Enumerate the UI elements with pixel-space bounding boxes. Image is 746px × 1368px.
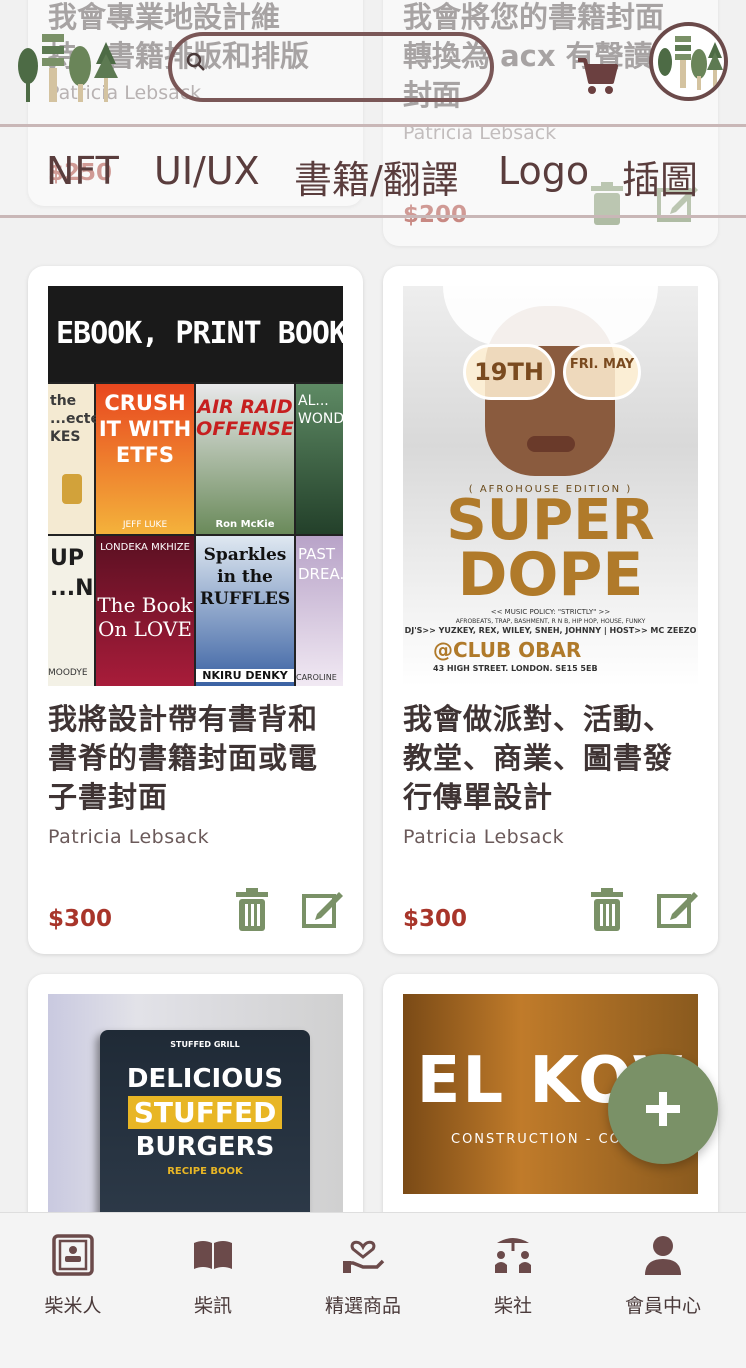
banner-text: EBOOK, PRINT BOOK, AC <box>48 286 343 382</box>
book-title: BURGERS <box>135 1132 275 1162</box>
avatar-logo-icon <box>658 36 723 90</box>
edit-icon[interactable] <box>301 888 345 928</box>
product-price: $300 <box>48 906 113 932</box>
cover-title: Sparkles in the RUFFLES <box>199 545 291 609</box>
cover-title: AL... WONDE... <box>298 393 343 427</box>
flyer-djs: DJ'S>> YUZKEY, REX, WILEY, SNEH, JOHNNY … <box>404 626 697 635</box>
cover-title: The Book On LOVE <box>97 593 193 641</box>
product-image: EBOOK, PRINT BOOK, AC the ...ected KES C… <box>48 286 343 686</box>
flyer-lips <box>527 436 575 452</box>
nav-item-news[interactable]: 柴訊 <box>138 1213 288 1368</box>
cover-6: LONDEKA MKHIZE The Book On LOVE <box>96 536 194 686</box>
flyer-address: 43 HIGH STREET. LONDON. SE15 5EB <box>433 664 598 673</box>
user-icon <box>645 1236 681 1275</box>
product-author: Patricia Lebsack <box>48 826 210 848</box>
flyer-genres: AFROBEATS, TRAP, BASHMENT, R N B, HIP HO… <box>455 618 646 625</box>
nav-label: 柴社 <box>493 1295 532 1317</box>
add-product-button[interactable] <box>608 1054 718 1164</box>
nav-item-featured[interactable]: 精選商品 <box>288 1213 438 1368</box>
cart-icon[interactable] <box>576 56 618 96</box>
book-mock: STUFFED GRILL DELICIOUS STUFFED BURGERS … <box>100 1030 310 1234</box>
flyer-policy: << MUSIC POLICY: "STRICTLY" >> <box>490 608 611 616</box>
search-bar[interactable] <box>168 32 494 102</box>
nav-label: 會員中心 <box>624 1295 701 1317</box>
cover-title: AIR RAID OFFENSE <box>196 396 294 440</box>
flyer-date-right: FRI. MAY <box>569 357 635 372</box>
search-icon <box>186 52 205 71</box>
book-brand: STUFFED GRILL <box>170 1040 240 1049</box>
cover-3: AIR RAID OFFENSE Ron McKie <box>196 384 294 534</box>
cover-5: UP ...NE MOODYE <box>48 536 109 686</box>
flyer-headline: DOPE <box>457 540 644 610</box>
cover-title: PAST DREA... <box>298 545 343 583</box>
flyer-venue: @CLUB OBAR <box>433 638 582 662</box>
category-tab-logo[interactable]: Logo <box>498 149 589 193</box>
hand-heart-icon <box>343 1240 385 1273</box>
product-author: Patricia Lebsack <box>403 826 565 848</box>
cover-author: CAROLINE <box>296 673 337 682</box>
nav-label: 精選商品 <box>324 1295 401 1317</box>
product-card[interactable]: EBOOK, PRINT BOOK, AC the ...ected KES C… <box>28 266 363 954</box>
cover-1: the ...ected KES <box>48 384 110 534</box>
category-bar: NFT UI/UX 書籍/翻譯 Logo 插圖 <box>0 124 746 218</box>
trash-icon[interactable] <box>589 888 625 932</box>
product-image: 19TH FRI. MAY ( AFROHOUSE EDITION ) SUPE… <box>403 286 698 686</box>
cover-4: AL... WONDE... <box>296 384 343 534</box>
cover-art <box>62 474 82 504</box>
avatar[interactable] <box>649 22 728 101</box>
app-logo[interactable] <box>16 30 120 104</box>
trash-icon[interactable] <box>234 888 270 932</box>
cover-author: LONDEKA MKHIZE <box>100 542 190 553</box>
nav-item-community[interactable]: 柴社 <box>438 1213 588 1368</box>
category-tab-nft[interactable]: NFT <box>46 149 119 193</box>
cover-title: the ...ected KES <box>50 393 110 445</box>
glasses-left: 19TH <box>463 344 555 400</box>
cover-author: NKIRU DENKY <box>196 669 294 682</box>
category-tab-books[interactable]: 書籍/翻譯 <box>294 149 459 204</box>
nav-item-member[interactable]: 會員中心 <box>588 1213 738 1368</box>
product-card[interactable]: 19TH FRI. MAY ( AFROHOUSE EDITION ) SUPE… <box>383 266 718 954</box>
product-title: 我將設計帶有書背和書脊的書籍封面或電子書封面 <box>48 702 319 814</box>
book-subtitle: RECIPE BOOK <box>167 1166 243 1177</box>
search-input[interactable] <box>214 42 474 94</box>
cover-2: CRUSH IT WITH ETFS JEFF LUKE <box>96 384 194 534</box>
cover-7: Sparkles in the RUFFLES NKIRU DENKY <box>196 536 294 686</box>
plus-icon <box>646 1092 680 1126</box>
cover-author: MOODYE <box>48 668 88 678</box>
bottom-nav: 柴米人 柴訊 精選商品 柴社 會員中心 <box>0 1212 746 1368</box>
edit-icon[interactable] <box>656 888 700 928</box>
category-tab-uiux[interactable]: UI/UX <box>154 149 260 193</box>
id-card-icon <box>52 1234 94 1276</box>
nav-item-people[interactable]: 柴米人 <box>0 1213 148 1368</box>
book-title: DELICIOUS <box>126 1064 284 1094</box>
product-title: 我會做派對、活動、教堂、商業、圖書發行傳單設計 <box>403 702 674 814</box>
product-price: $300 <box>403 906 468 932</box>
nav-label: 柴訊 <box>193 1295 232 1317</box>
glasses-right: FRI. MAY <box>563 344 641 400</box>
product-image: STUFFED GRILL DELICIOUS STUFFED BURGERS … <box>48 994 343 1234</box>
flyer-date-left: 19TH <box>474 358 544 386</box>
community-icon <box>495 1238 531 1273</box>
book-title: STUFFED <box>128 1096 282 1129</box>
cover-author: Ron McKie <box>215 519 275 530</box>
book-open-icon <box>194 1241 232 1269</box>
flyer-hair <box>443 286 658 346</box>
cover-title: CRUSH IT WITH ETFS <box>98 391 192 467</box>
cover-title: UP ...NE <box>50 546 109 601</box>
cover-8: PAST DREA... CAROLINE <box>296 536 343 686</box>
app-header <box>0 0 746 125</box>
cover-author: JEFF LUKE <box>122 520 168 530</box>
category-tab-illustration[interactable]: 插圖 <box>622 149 698 204</box>
nav-label: 柴米人 <box>44 1295 102 1317</box>
